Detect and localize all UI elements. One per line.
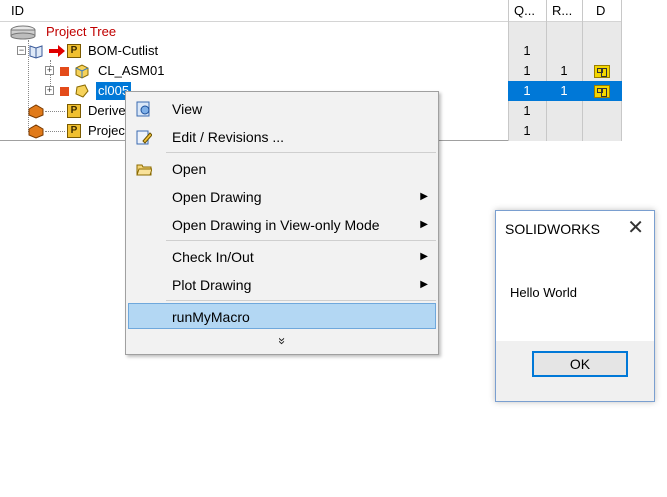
tree-item-label: Derive	[88, 103, 126, 118]
project-p-icon: P	[67, 124, 81, 138]
tree-item-label: BOM-Cutlist	[88, 43, 159, 58]
expand-toggle-icon[interactable]: +	[45, 66, 54, 75]
q-cell: 1	[523, 83, 531, 98]
message-box: SOLIDWORKS ✕ Hello World OK	[495, 210, 655, 402]
submenu-arrow-icon: ▶	[420, 279, 428, 290]
submenu-arrow-icon: ▶	[420, 191, 428, 202]
q-cell: 1	[523, 63, 531, 78]
column-header-id[interactable]: ID	[11, 0, 24, 22]
r-cell: 1	[560, 63, 568, 78]
dialog-title: SOLIDWORKS	[505, 221, 600, 237]
tree-root-label: Project Tree	[46, 24, 117, 39]
project-p-icon: P	[67, 104, 81, 118]
folder-book-icon	[28, 104, 44, 119]
red-arrow-icon	[49, 45, 65, 57]
expand-toggle-icon[interactable]: +	[45, 86, 54, 95]
collapse-toggle-icon[interactable]: −	[17, 46, 26, 55]
menu-item-view[interactable]: View	[128, 96, 436, 122]
part-icon	[75, 84, 89, 98]
open-folder-icon	[136, 164, 152, 176]
r-cell	[546, 41, 582, 61]
column-header-q[interactable]: Q...	[514, 0, 535, 22]
project-p-icon: P	[67, 44, 81, 58]
dialog-message: Hello World	[510, 285, 577, 300]
submenu-arrow-icon: ▶	[420, 251, 428, 262]
tree-row-cl-asm01[interactable]: + CL_ASM01 1 1	[0, 61, 622, 81]
r-cell: 1	[560, 83, 568, 98]
tree-item-label: Projec	[88, 123, 125, 138]
edit-icon	[136, 130, 152, 145]
menu-item-open[interactable]: Open	[128, 156, 436, 182]
column-header-d[interactable]: D	[596, 0, 605, 22]
assembly-icon	[75, 64, 89, 79]
grid-header: ID Q... R... D	[0, 0, 622, 22]
menu-item-edit-revisions[interactable]: Edit / Revisions ...	[128, 124, 436, 150]
status-square-icon	[60, 67, 69, 76]
close-icon[interactable]: ✕	[627, 217, 644, 239]
tree-row-bom-cutlist[interactable]: − P BOM-Cutlist 1	[0, 41, 622, 61]
q-cell: 1	[523, 123, 531, 138]
dialog-footer: OK	[496, 341, 654, 401]
column-header-r[interactable]: R...	[552, 0, 572, 22]
drawing-icon[interactable]	[594, 85, 610, 98]
submenu-arrow-icon: ▶	[420, 219, 428, 230]
status-square-icon	[60, 87, 69, 96]
folder-book-icon	[28, 124, 44, 139]
view-icon	[136, 101, 150, 117]
drawing-icon[interactable]	[594, 65, 610, 78]
menu-expand-chevron-icon[interactable]: »	[273, 185, 291, 497]
ok-button[interactable]: OK	[532, 351, 628, 377]
context-menu: View Edit / Revisions ... Open Open Draw…	[125, 91, 439, 355]
tree-item-label: CL_ASM01	[98, 63, 165, 78]
q-cell: 1	[523, 43, 531, 58]
book-icon	[29, 45, 43, 59]
tree-root-row[interactable]: Project Tree	[0, 22, 622, 42]
project-drive-icon	[10, 25, 36, 40]
q-cell: 1	[523, 103, 531, 118]
